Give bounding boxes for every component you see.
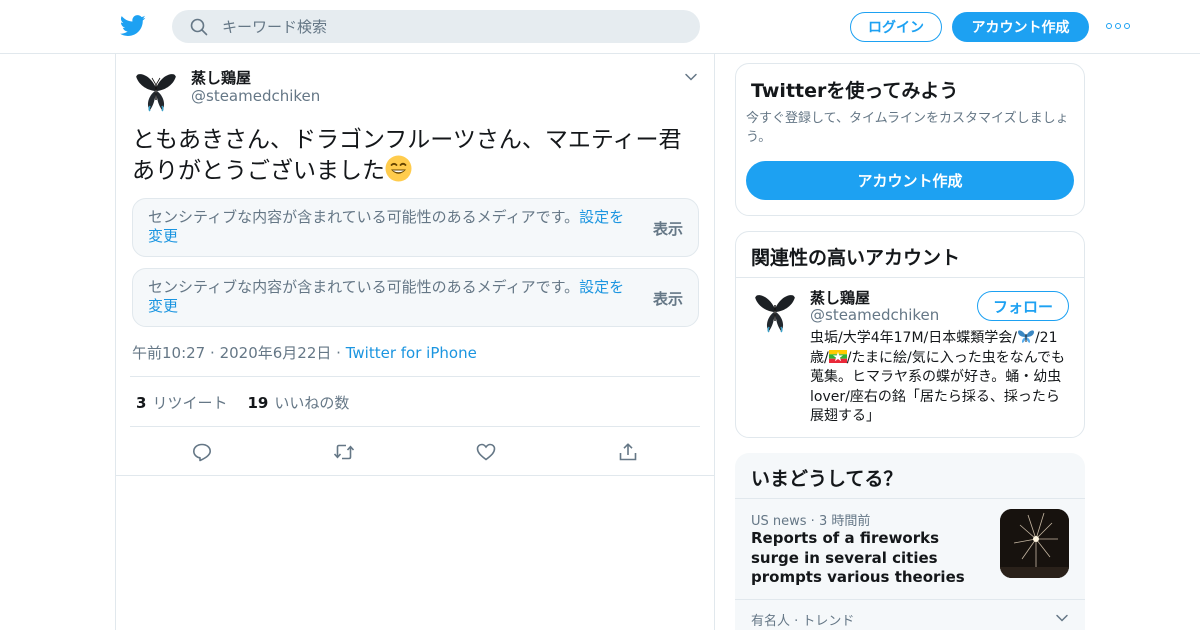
tweet-text: ともあきさん、ドラゴンフルーツさん、マエティー君ありがとうございました	[132, 126, 692, 186]
follow-button[interactable]: フォロー	[977, 291, 1069, 321]
trend-context: 有名人 · トレンド	[751, 614, 855, 629]
sensitive-media-text: センシティブな内容が含まれている可能性のあるメディアです。	[148, 278, 580, 296]
login-button[interactable]: ログイン	[850, 12, 942, 42]
divider	[735, 498, 1085, 499]
retweet-icon	[333, 444, 355, 460]
search-box[interactable]	[172, 10, 700, 43]
tweet-stats: 3 リツイート 19 いいねの数	[136, 392, 349, 413]
like-count: 19	[247, 394, 269, 412]
sensitive-media-message: センシティブな内容が含まれている可能性のあるメディアです。設定を変更	[148, 208, 633, 246]
trend-context: US news · 3 時間前	[751, 514, 871, 529]
author-avatar[interactable]	[132, 66, 180, 114]
retweet-label: リツイート	[152, 394, 228, 412]
related-account-handle[interactable]: @steamedchiken	[810, 306, 939, 324]
search-icon	[190, 18, 208, 36]
divider	[736, 277, 1084, 278]
divider	[735, 599, 1085, 600]
promo-title: Twitterを使ってみよう	[751, 80, 959, 102]
tweet-time[interactable]: 午前10:27	[132, 344, 205, 362]
signup-button[interactable]: アカウント作成	[952, 12, 1089, 42]
myanmar-flag-icon	[828, 349, 847, 363]
trend-headline[interactable]: Reports of a fireworks surge in several …	[751, 529, 983, 588]
tweet-actions	[116, 438, 716, 466]
fireworks-image-icon	[1000, 509, 1069, 578]
tweet-source-link[interactable]: Twitter for iPhone	[346, 344, 477, 362]
divider	[130, 376, 700, 377]
tweet-date[interactable]: 2020年6月22日	[220, 344, 332, 362]
bio-text: /たまに絵/気に入った虫をなんでも蒐集。ヒマラヤ系の蝶が好き。蛹・幼虫lover…	[810, 349, 1066, 425]
top-bar: ログイン アカウント作成	[0, 0, 1200, 54]
sensitive-media-message: センシティブな内容が含まれている可能性のあるメディアです。設定を変更	[148, 278, 633, 316]
trends-title: いまどうしてる？	[751, 468, 903, 490]
divider	[130, 426, 700, 427]
retweet-stat[interactable]: 3 リツイート	[136, 394, 227, 412]
like-stat[interactable]: 19 いいねの数	[247, 394, 349, 412]
meta-separator: ·	[210, 344, 215, 362]
reply-button[interactable]	[188, 438, 216, 466]
tweet-metadata: 午前10:27 · 2020年6月22日 · Twitter for iPhon…	[132, 342, 477, 363]
related-accounts-card: 関連性の高いアカウント 蒸し鶏屋 @steamedchiken フォロー 虫垢/…	[735, 231, 1085, 438]
twitter-bird-logo-icon[interactable]	[120, 14, 146, 38]
chevron-down-icon[interactable]	[1055, 611, 1069, 625]
tweet-detail: 蒸し鶏屋 @steamedchiken ともあきさん、ドラゴンフルーツさん、マエ…	[115, 54, 715, 630]
butterfly-avatar-icon	[132, 66, 180, 114]
related-account-avatar[interactable]	[751, 287, 799, 335]
sensitive-media-text: センシティブな内容が含まれている可能性のあるメディアです。	[148, 208, 580, 226]
reply-icon	[193, 443, 211, 462]
author-name[interactable]: 蒸し鶏屋	[191, 67, 251, 88]
search-input[interactable]	[222, 10, 682, 43]
chevron-down-icon[interactable]	[684, 70, 698, 84]
grinning-face-emoji-icon	[385, 155, 412, 182]
like-button[interactable]	[472, 438, 500, 466]
related-account-bio: 虫垢/大学4年17M/日本蝶類学会//21歳//たまに絵/気に入った虫をなんでも…	[810, 329, 1072, 427]
retweet-button[interactable]	[330, 438, 358, 466]
show-media-button[interactable]: 表示	[653, 218, 683, 239]
share-button[interactable]	[614, 438, 642, 466]
butterfly-emoji-icon	[1017, 330, 1034, 343]
sensitive-media-warning: センシティブな内容が含まれている可能性のあるメディアです。設定を変更 表示	[132, 268, 699, 327]
more-options-icon[interactable]	[1106, 18, 1130, 34]
trends-card: いまどうしてる？ US news · 3 時間前 Reports of a fi…	[735, 453, 1085, 630]
like-label: いいねの数	[274, 394, 350, 412]
meta-separator: ·	[336, 344, 341, 362]
heart-icon	[476, 443, 496, 461]
trend-thumbnail[interactable]	[1000, 509, 1069, 578]
related-title: 関連性の高いアカウント	[751, 247, 961, 269]
retweet-count: 3	[136, 394, 147, 412]
related-account-name[interactable]: 蒸し鶏屋	[810, 287, 870, 308]
share-icon	[619, 443, 637, 461]
author-handle[interactable]: @steamedchiken	[191, 87, 320, 105]
butterfly-avatar-icon	[751, 287, 799, 335]
bio-text: 虫垢/大学4年17M/日本蝶類学会/	[810, 330, 1017, 346]
divider	[116, 475, 714, 476]
show-media-button[interactable]: 表示	[653, 288, 683, 309]
signup-promo-card: Twitterを使ってみよう 今すぐ登録して、タイムラインをカスタマイズしましょ…	[735, 63, 1085, 216]
create-account-button[interactable]: アカウント作成	[746, 161, 1074, 200]
promo-description: 今すぐ登録して、タイムラインをカスタマイズしましょう。	[746, 111, 1069, 145]
sensitive-media-warning: センシティブな内容が含まれている可能性のあるメディアです。設定を変更 表示	[132, 198, 699, 257]
